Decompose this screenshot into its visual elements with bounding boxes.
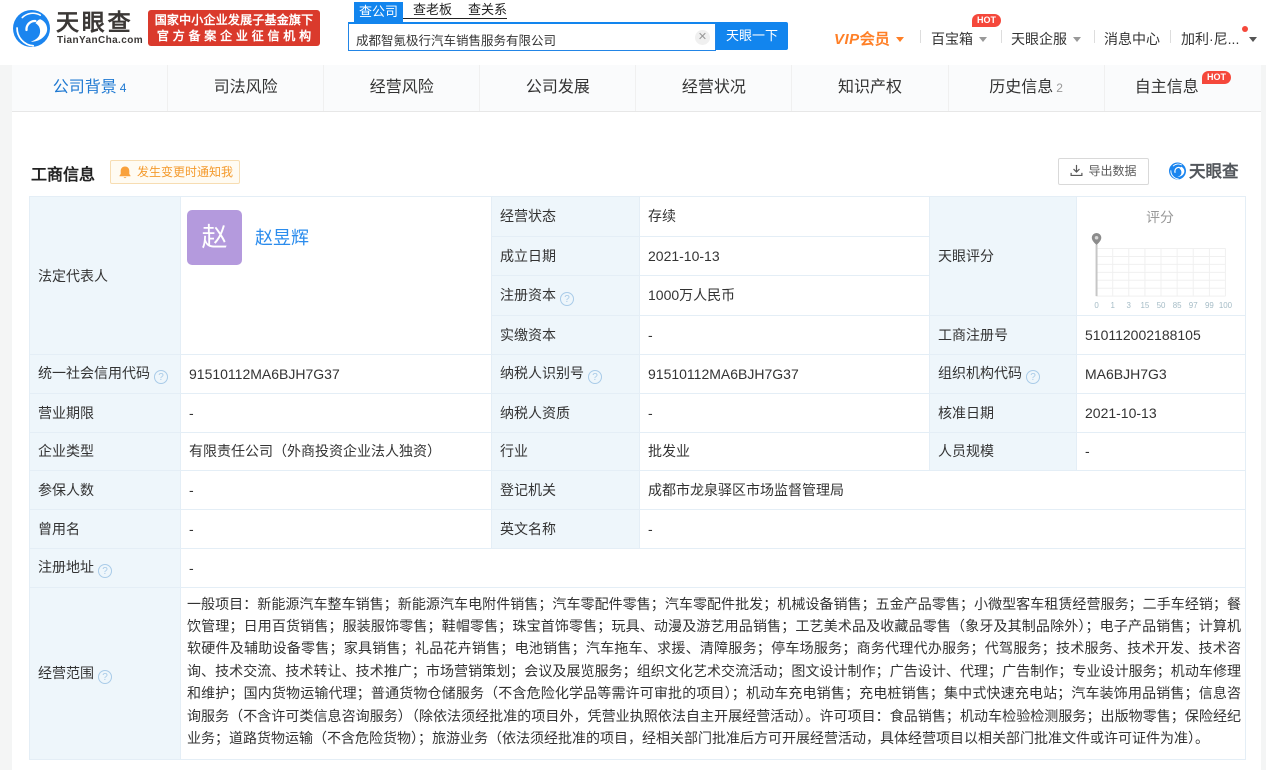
svg-text:0: 0: [1094, 301, 1099, 310]
svg-text:50: 50: [1157, 301, 1166, 310]
svg-text:100: 100: [1219, 301, 1233, 310]
svg-text:99: 99: [1205, 301, 1214, 310]
svg-text:85: 85: [1173, 301, 1182, 310]
svg-text:天眼查: 天眼查: [1189, 162, 1239, 180]
svg-text:1: 1: [1111, 301, 1116, 310]
svg-text:15: 15: [1141, 301, 1150, 310]
svg-text:评分: 评分: [1146, 209, 1174, 225]
svg-text:3: 3: [1127, 301, 1132, 310]
svg-text:97: 97: [1189, 301, 1198, 310]
